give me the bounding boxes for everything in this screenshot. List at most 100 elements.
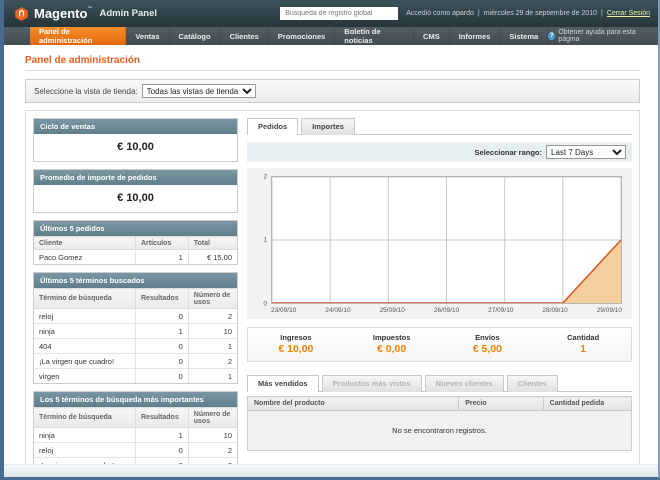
page-body: Panel de administración Seleccione la vi… [4, 45, 658, 464]
nav-item-reports[interactable]: Informes [450, 27, 501, 45]
magento-logo-icon [14, 6, 29, 22]
main-nav: Panel de administración Ventas Catálogo … [4, 27, 658, 45]
store-switcher: Seleccione la vista de tienda: Todas las… [25, 79, 640, 103]
cell: ninja [34, 324, 136, 339]
cell: 2 [188, 443, 237, 458]
table-row[interactable]: ninja 1 10 [34, 428, 237, 443]
y-tick-label: 0 [263, 301, 267, 308]
cell: 10 [188, 324, 237, 339]
orders-chart: 2 1 0 23/09/10 [247, 168, 632, 319]
separator: | [478, 10, 480, 17]
page-title: Panel de administración [25, 55, 638, 66]
nav-item-sales[interactable]: Ventas [126, 27, 169, 45]
total-label: Ingresos [248, 333, 344, 342]
nav-item-dashboard[interactable]: Panel de administración [30, 27, 126, 45]
column-header: Cantidad pedida [543, 397, 631, 411]
table-row[interactable]: virgen 0 1 [34, 369, 237, 384]
cell: 0 [136, 309, 189, 324]
table-row[interactable]: reloj 0 2 [34, 443, 237, 458]
box-title: Últimos 5 pedidos [34, 221, 237, 236]
column-header: Término de búsqueda [34, 289, 136, 309]
nav-item-cms[interactable]: CMS [414, 27, 450, 45]
app-window: Magento™ Admin Panel Accedió como apardo… [0, 0, 660, 480]
column-header: Total [188, 237, 237, 250]
table-row[interactable]: ¡La virgen que cuadro! 0 2 [34, 354, 237, 369]
tab-bestsellers[interactable]: Más vendidos [247, 375, 319, 392]
global-search-input[interactable] [280, 7, 398, 20]
logout-link[interactable]: Cerrar Sesión [607, 10, 650, 17]
dashboard-container: Ciclo de ventas € 10,00 Promedio de impo… [25, 110, 640, 464]
top-search-terms-box: Los 5 términos de búsqueda más important… [33, 391, 238, 464]
chart-y-axis: 2 1 0 [249, 176, 271, 304]
x-tick-label: 28/09/10 [542, 307, 567, 314]
cell: virgen [34, 369, 136, 384]
table-row[interactable]: reloj 0 2 [34, 309, 237, 324]
cell: 10 [188, 428, 237, 443]
page-footer [4, 464, 658, 477]
chart-x-axis: 23/09/10 24/09/10 25/09/10 26/09/10 27/0… [271, 304, 622, 316]
cell: € 15,00 [188, 250, 237, 265]
brand-subtitle: Admin Panel [99, 8, 157, 19]
box-title: Promedio de importe de pedidos [34, 170, 237, 185]
grid-tabs: Más vendidos Productos más vistos Nuevos… [247, 375, 632, 392]
cell: ninja [34, 428, 136, 443]
help-label: Obtener ayuda para esta página [558, 29, 648, 43]
bestsellers-table: Nombre del producto Precio Cantidad pedi… [247, 396, 632, 451]
last-search-terms-box: Últimos 5 términos buscados Término de b… [33, 272, 238, 384]
empty-message: No se encontraron registros. [248, 411, 632, 451]
logged-in-text: Accedió como apardo [406, 10, 474, 17]
total-label: Envíos [440, 333, 536, 342]
tab-new-customers[interactable]: Nuevos clientes [425, 375, 504, 392]
nav-item-newsletter[interactable]: Boletín de noticias [335, 27, 414, 45]
current-date: miércoles 29 de septiembre de 2010 [484, 10, 597, 17]
cell: 404 [34, 339, 136, 354]
totals-row: Ingresos € 10,00 Impuestos € 0,00 Envíos… [247, 327, 632, 362]
dashboard-left-column: Ciclo de ventas € 10,00 Promedio de impo… [33, 118, 238, 460]
nav-item-promotions[interactable]: Promociones [269, 27, 336, 45]
column-header: Número de usos [188, 289, 237, 309]
tab-orders[interactable]: Pedidos [247, 118, 298, 135]
range-select[interactable]: Last 7 Days [546, 145, 626, 159]
box-title: Últimos 5 términos buscados [34, 273, 237, 288]
x-tick-label: 29/09/10 [597, 307, 622, 314]
help-icon: ? [548, 32, 555, 40]
total-shipping: Envíos € 5,00 [440, 333, 536, 355]
table-row[interactable]: Paco Gomez 1 € 15,00 [34, 250, 237, 265]
tab-most-viewed[interactable]: Productos más vistos [322, 375, 422, 392]
store-view-select[interactable]: Todas las vistas de tienda [142, 84, 256, 98]
nav-item-customers[interactable]: Clientes [221, 27, 269, 45]
nav-item-system[interactable]: Sistema [500, 27, 548, 45]
column-header: Precio [459, 397, 543, 411]
column-header: Número de usos [188, 408, 237, 428]
column-header: Nombre del producto [248, 397, 459, 411]
table-header-row: Cliente Artículos Total [34, 237, 237, 250]
cell: 0 [136, 354, 189, 369]
lifetime-sales-box: Ciclo de ventas € 10,00 [33, 118, 238, 162]
tab-amounts[interactable]: Importes [301, 118, 355, 135]
y-tick-label: 1 [263, 237, 267, 244]
lifetime-sales-value: € 10,00 [34, 134, 237, 161]
cell: ¡La virgen que cuadro! [34, 354, 136, 369]
header-bar: Magento™ Admin Panel Accedió como apardo… [4, 0, 658, 27]
column-header: Artículos [136, 237, 189, 250]
x-tick-label: 25/09/10 [380, 307, 405, 314]
range-label: Seleccionar rango: [474, 148, 542, 157]
brand-logo: Magento™ Admin Panel [14, 6, 157, 22]
table-header-row: Término de búsqueda Resultados Número de… [34, 289, 237, 309]
box-title: Ciclo de ventas [34, 119, 237, 134]
x-tick-label: 24/09/10 [325, 307, 350, 314]
dashboard-right-column: Pedidos Importes Seleccionar rango: Last… [247, 118, 632, 460]
separator: | [601, 10, 603, 17]
help-link[interactable]: ? Obtener ayuda para esta página [548, 27, 658, 45]
nav-item-catalog[interactable]: Catálogo [170, 27, 221, 45]
empty-row: No se encontraron registros. [248, 411, 632, 451]
cell: 2 [188, 354, 237, 369]
table-row[interactable]: 404 0 1 [34, 339, 237, 354]
title-divider [25, 70, 640, 71]
column-header: Término de búsqueda [34, 408, 136, 428]
last-orders-box: Últimos 5 pedidos Cliente Artículos Tota… [33, 220, 238, 265]
column-header: Resultados [136, 289, 189, 309]
total-value: € 5,00 [440, 343, 536, 355]
tab-customers[interactable]: Clientes [507, 375, 558, 392]
table-row[interactable]: ninja 1 10 [34, 324, 237, 339]
